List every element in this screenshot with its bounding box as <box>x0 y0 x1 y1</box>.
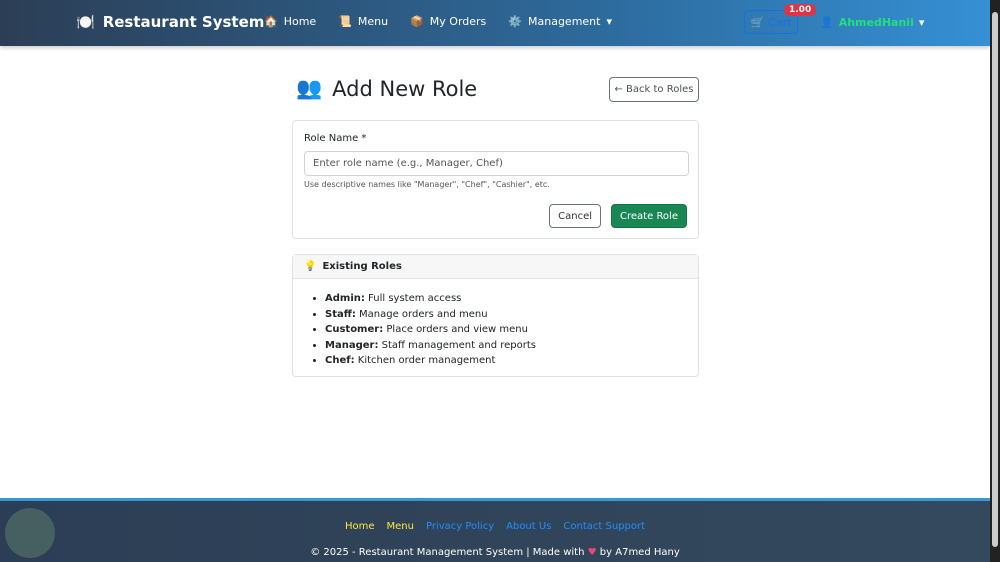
footer: Home Menu Privacy Policy About Us Contac… <box>0 498 990 562</box>
house-icon: 🏠 <box>264 15 278 28</box>
footer-link-contact[interactable]: Contact Support <box>563 521 645 532</box>
caret-down-icon: ▾ <box>606 15 612 28</box>
brand-link[interactable]: 🍽️ Restaurant System <box>76 13 264 31</box>
scrollbar[interactable] <box>990 0 1000 562</box>
user-icon: 👤 <box>820 16 834 29</box>
user-dropdown[interactable]: 👤 AhmedHanii ▾ <box>820 16 924 29</box>
nav-my-orders[interactable]: 📦 My Orders <box>410 15 486 28</box>
caret-down-icon: ▾ <box>918 16 925 29</box>
role-name-input[interactable] <box>304 151 689 176</box>
watermark-logo <box>5 508 55 558</box>
list-item: Admin: Full system access <box>325 291 698 307</box>
people-icon: 👥 <box>296 76 323 100</box>
nav-management-dropdown[interactable]: ⚙️ Management ▾ <box>508 15 612 28</box>
cart-icon: 🛒 <box>750 15 765 29</box>
existing-roles-card: 💡Existing Roles Admin: Full system acces… <box>292 254 699 377</box>
package-icon: 📦 <box>410 15 424 28</box>
list-item: Manager: Staff management and reports <box>325 338 698 354</box>
nav-menu[interactable]: 📜 Menu <box>338 15 388 28</box>
list-item: Staff: Manage orders and menu <box>325 307 698 323</box>
gear-icon: ⚙️ <box>508 15 522 28</box>
footer-link-privacy[interactable]: Privacy Policy <box>426 521 494 532</box>
plate-icon: 🍽️ <box>76 13 95 31</box>
scroll-icon: 📜 <box>338 15 352 28</box>
cancel-button[interactable]: Cancel <box>549 204 602 228</box>
footer-link-home[interactable]: Home <box>345 521 375 532</box>
page-title: 👥 Add New Role <box>296 76 478 101</box>
navbar: 🍽️ Restaurant System 🏠 Home 📜 Menu 📦 My Orde… <box>0 0 990 46</box>
cart-badge: 1.00 <box>784 4 817 16</box>
create-role-button[interactable]: Create Role <box>611 204 687 228</box>
back-to-roles-button[interactable]: ← Back to Roles <box>609 77 699 102</box>
copyright: © 2025 - Restaurant Management System | … <box>310 547 680 558</box>
list-item: Customer: Place orders and view menu <box>325 322 698 338</box>
heart-icon: ♥ <box>587 547 597 558</box>
role-name-label: Role Name * <box>304 133 367 144</box>
list-item: Chef: Kitchen order management <box>325 353 698 369</box>
footer-link-about[interactable]: About Us <box>506 521 551 532</box>
role-form-card: Role Name * Use descriptive names like "… <box>292 120 699 239</box>
footer-link-menu[interactable]: Menu <box>387 521 414 532</box>
role-name-help: Use descriptive names like "Manager", "C… <box>304 180 550 189</box>
nav-home[interactable]: 🏠 Home <box>264 15 316 28</box>
lightbulb-icon: 💡 <box>304 261 317 272</box>
